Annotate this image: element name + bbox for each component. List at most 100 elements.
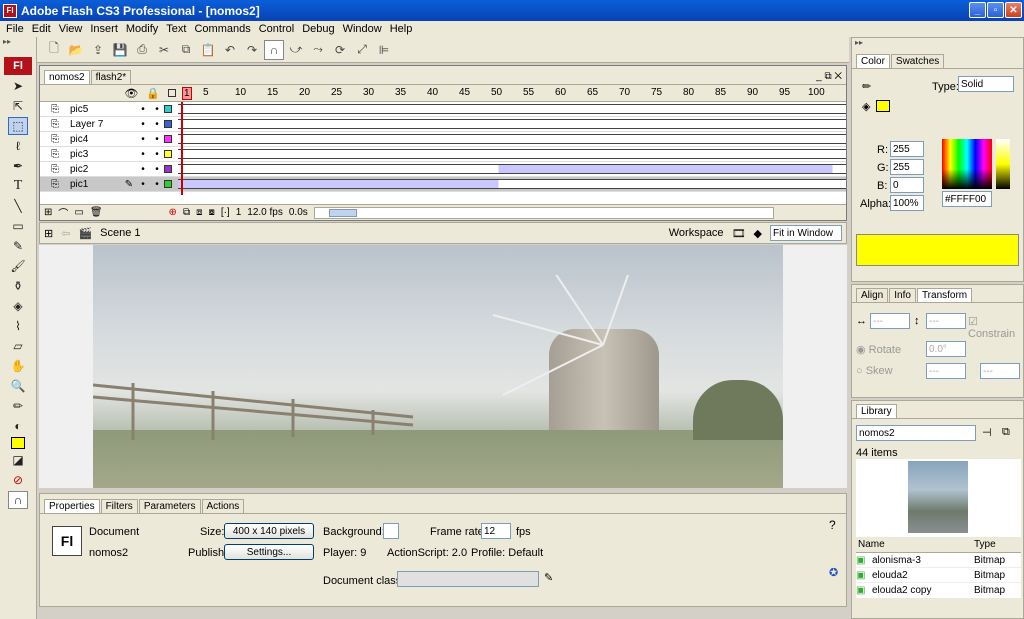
rotate-icon[interactable]: ⟳	[330, 40, 350, 60]
layer-outline-color[interactable]	[164, 120, 172, 128]
new-file-icon[interactable]: 🗋	[44, 40, 64, 60]
layer-frames[interactable]	[178, 104, 846, 114]
width-scale-input[interactable]: ---	[870, 313, 910, 329]
lock-icon[interactable]: 🔒	[146, 87, 160, 100]
hand-tool-icon[interactable]: ✋	[8, 357, 28, 375]
zoom-select[interactable]: Fit in Window	[770, 225, 842, 241]
open-folder-icon[interactable]: 📂	[66, 40, 86, 60]
edit-symbols-icon[interactable]: ◆	[754, 227, 762, 240]
snap-to-objects-icon[interactable]: ∩	[8, 491, 28, 509]
tab-align[interactable]: Align	[856, 288, 889, 302]
layer-row-pic1[interactable]: ⎘ pic1 ✎ • •	[40, 177, 846, 192]
constrain-checkbox[interactable]: ☑ Constrain	[968, 315, 1023, 340]
col-type[interactable]: Type	[974, 539, 996, 552]
subselection-tool-icon[interactable]: ⇱	[8, 97, 28, 115]
menu-commands[interactable]: Commands	[190, 23, 254, 35]
layer-outline-color[interactable]	[164, 180, 172, 188]
rectangle-tool-icon[interactable]: ▭	[8, 217, 28, 235]
skew-radio[interactable]: ○ Skew	[856, 365, 893, 377]
menu-control[interactable]: Control	[255, 23, 298, 35]
redo-icon[interactable]: ↷	[242, 40, 262, 60]
zoom-tool-icon[interactable]: 🔍	[8, 377, 28, 395]
line-tool-icon[interactable]: ╲	[8, 197, 28, 215]
skew-v-input[interactable]: ---	[980, 363, 1020, 379]
layer-outline-color[interactable]	[164, 150, 172, 158]
menu-window[interactable]: Window	[339, 23, 386, 35]
edit-pencil-icon[interactable]: ✎	[544, 571, 553, 584]
tab-library[interactable]: Library	[856, 404, 897, 418]
fill-color-swatch[interactable]	[11, 437, 25, 449]
doc-tab-flash2[interactable]: flash2*	[90, 70, 132, 84]
panel-grip-icon[interactable]: ▸▸	[852, 38, 1023, 52]
layer-row-pic4[interactable]: ⎘ pic4 • •	[40, 132, 846, 147]
onion-markers-icon[interactable]: [·]	[221, 207, 230, 218]
scene-name[interactable]: Scene 1	[100, 227, 140, 239]
insert-layer-icon[interactable]: ⊞	[44, 207, 52, 218]
scale-icon[interactable]: ⤢	[352, 40, 372, 60]
timeline-toggle-icon[interactable]: ⊞	[44, 227, 53, 240]
new-library-icon[interactable]: ⧉	[1002, 426, 1010, 439]
g-input[interactable]: 255	[890, 159, 924, 175]
print-icon[interactable]: ⎙	[132, 40, 152, 60]
menu-help[interactable]: Help	[386, 23, 417, 35]
settings-button[interactable]: Settings...	[224, 544, 314, 560]
layer-frames[interactable]	[178, 119, 846, 129]
edit-multiple-frames-icon[interactable]: ⧇	[208, 207, 214, 218]
lasso-tool-icon[interactable]: ℓ	[8, 137, 28, 155]
list-item[interactable]: ▣ alonisma-3 Bitmap	[856, 553, 1021, 568]
frame-rate-input[interactable]: 12	[481, 523, 511, 539]
layer-frames[interactable]	[178, 164, 846, 174]
edit-scene-icon[interactable]: 🎞	[732, 227, 746, 240]
fill-swatch[interactable]	[876, 100, 890, 112]
layer-outline-color[interactable]	[164, 105, 172, 113]
stage-area[interactable]	[39, 245, 847, 488]
smooth-icon[interactable]: ⤻	[286, 40, 306, 60]
size-button[interactable]: 400 x 140 pixels	[224, 523, 314, 539]
menu-debug[interactable]: Debug	[298, 23, 338, 35]
center-frame-icon[interactable]: ⊕	[169, 207, 177, 218]
timeline-hscroll[interactable]	[313, 206, 774, 219]
add-motion-guide-icon[interactable]: ⌒	[58, 205, 68, 220]
menu-file[interactable]: File	[2, 23, 28, 35]
col-name[interactable]: Name	[856, 539, 974, 552]
tab-info[interactable]: Info	[889, 288, 916, 302]
library-doc-select[interactable]: nomos2	[856, 425, 976, 441]
height-scale-input[interactable]: ---	[926, 313, 966, 329]
layer-row-pic5[interactable]: ⎘ pic5 • •	[40, 102, 846, 117]
list-item[interactable]: ▣ elouda2 Bitmap	[856, 568, 1021, 583]
layer-row-layer7[interactable]: ⎘ Layer 7 • •	[40, 117, 846, 132]
accessibility-icon[interactable]: ✪	[829, 566, 838, 579]
panel-grip-icon[interactable]: ▸▸	[0, 37, 36, 57]
bridge-icon[interactable]: ⇪	[88, 40, 108, 60]
skew-h-input[interactable]: ---	[926, 363, 966, 379]
layer-row-pic3[interactable]: ⎘ pic3 • •	[40, 147, 846, 162]
selection-tool-icon[interactable]: ➤	[8, 77, 28, 95]
document-class-input[interactable]	[397, 571, 539, 587]
layer-frames[interactable]	[178, 149, 846, 159]
eyedropper-tool-icon[interactable]: ⌇	[8, 317, 28, 335]
tab-color[interactable]: Color	[856, 54, 890, 68]
eraser-tool-icon[interactable]: ▱	[8, 337, 28, 355]
paste-icon[interactable]: 📋	[198, 40, 218, 60]
layer-row-pic2[interactable]: ⎘ pic2 • •	[40, 162, 846, 177]
align-icon[interactable]: ⊫	[374, 40, 394, 60]
menu-text[interactable]: Text	[162, 23, 190, 35]
save-icon[interactable]: 💾	[110, 40, 130, 60]
layer-outline-color[interactable]	[164, 165, 172, 173]
back-arrow-icon[interactable]: ⇦	[61, 227, 70, 240]
r-input[interactable]: 255	[890, 141, 924, 157]
hex-input[interactable]: #FFFF00	[942, 191, 992, 207]
panel-window-controls-icon[interactable]: _ ⧉ ✕	[816, 71, 842, 84]
help-icon[interactable]: ?	[829, 518, 836, 532]
brush-tool-icon[interactable]: 🖌	[8, 257, 28, 275]
insert-folder-icon[interactable]: ▭	[74, 207, 83, 218]
swap-colors-icon[interactable]: ◪	[8, 451, 28, 469]
tab-filters[interactable]: Filters	[100, 499, 138, 513]
tab-transform[interactable]: Transform	[916, 288, 973, 302]
menu-view[interactable]: View	[55, 23, 87, 35]
ink-bottle-tool-icon[interactable]: ⚱	[8, 277, 28, 295]
menu-insert[interactable]: Insert	[86, 23, 122, 35]
outline-icon[interactable]	[168, 89, 176, 97]
rotate-radio[interactable]: ◉ Rotate	[856, 343, 901, 356]
layer-frames[interactable]	[178, 179, 846, 189]
